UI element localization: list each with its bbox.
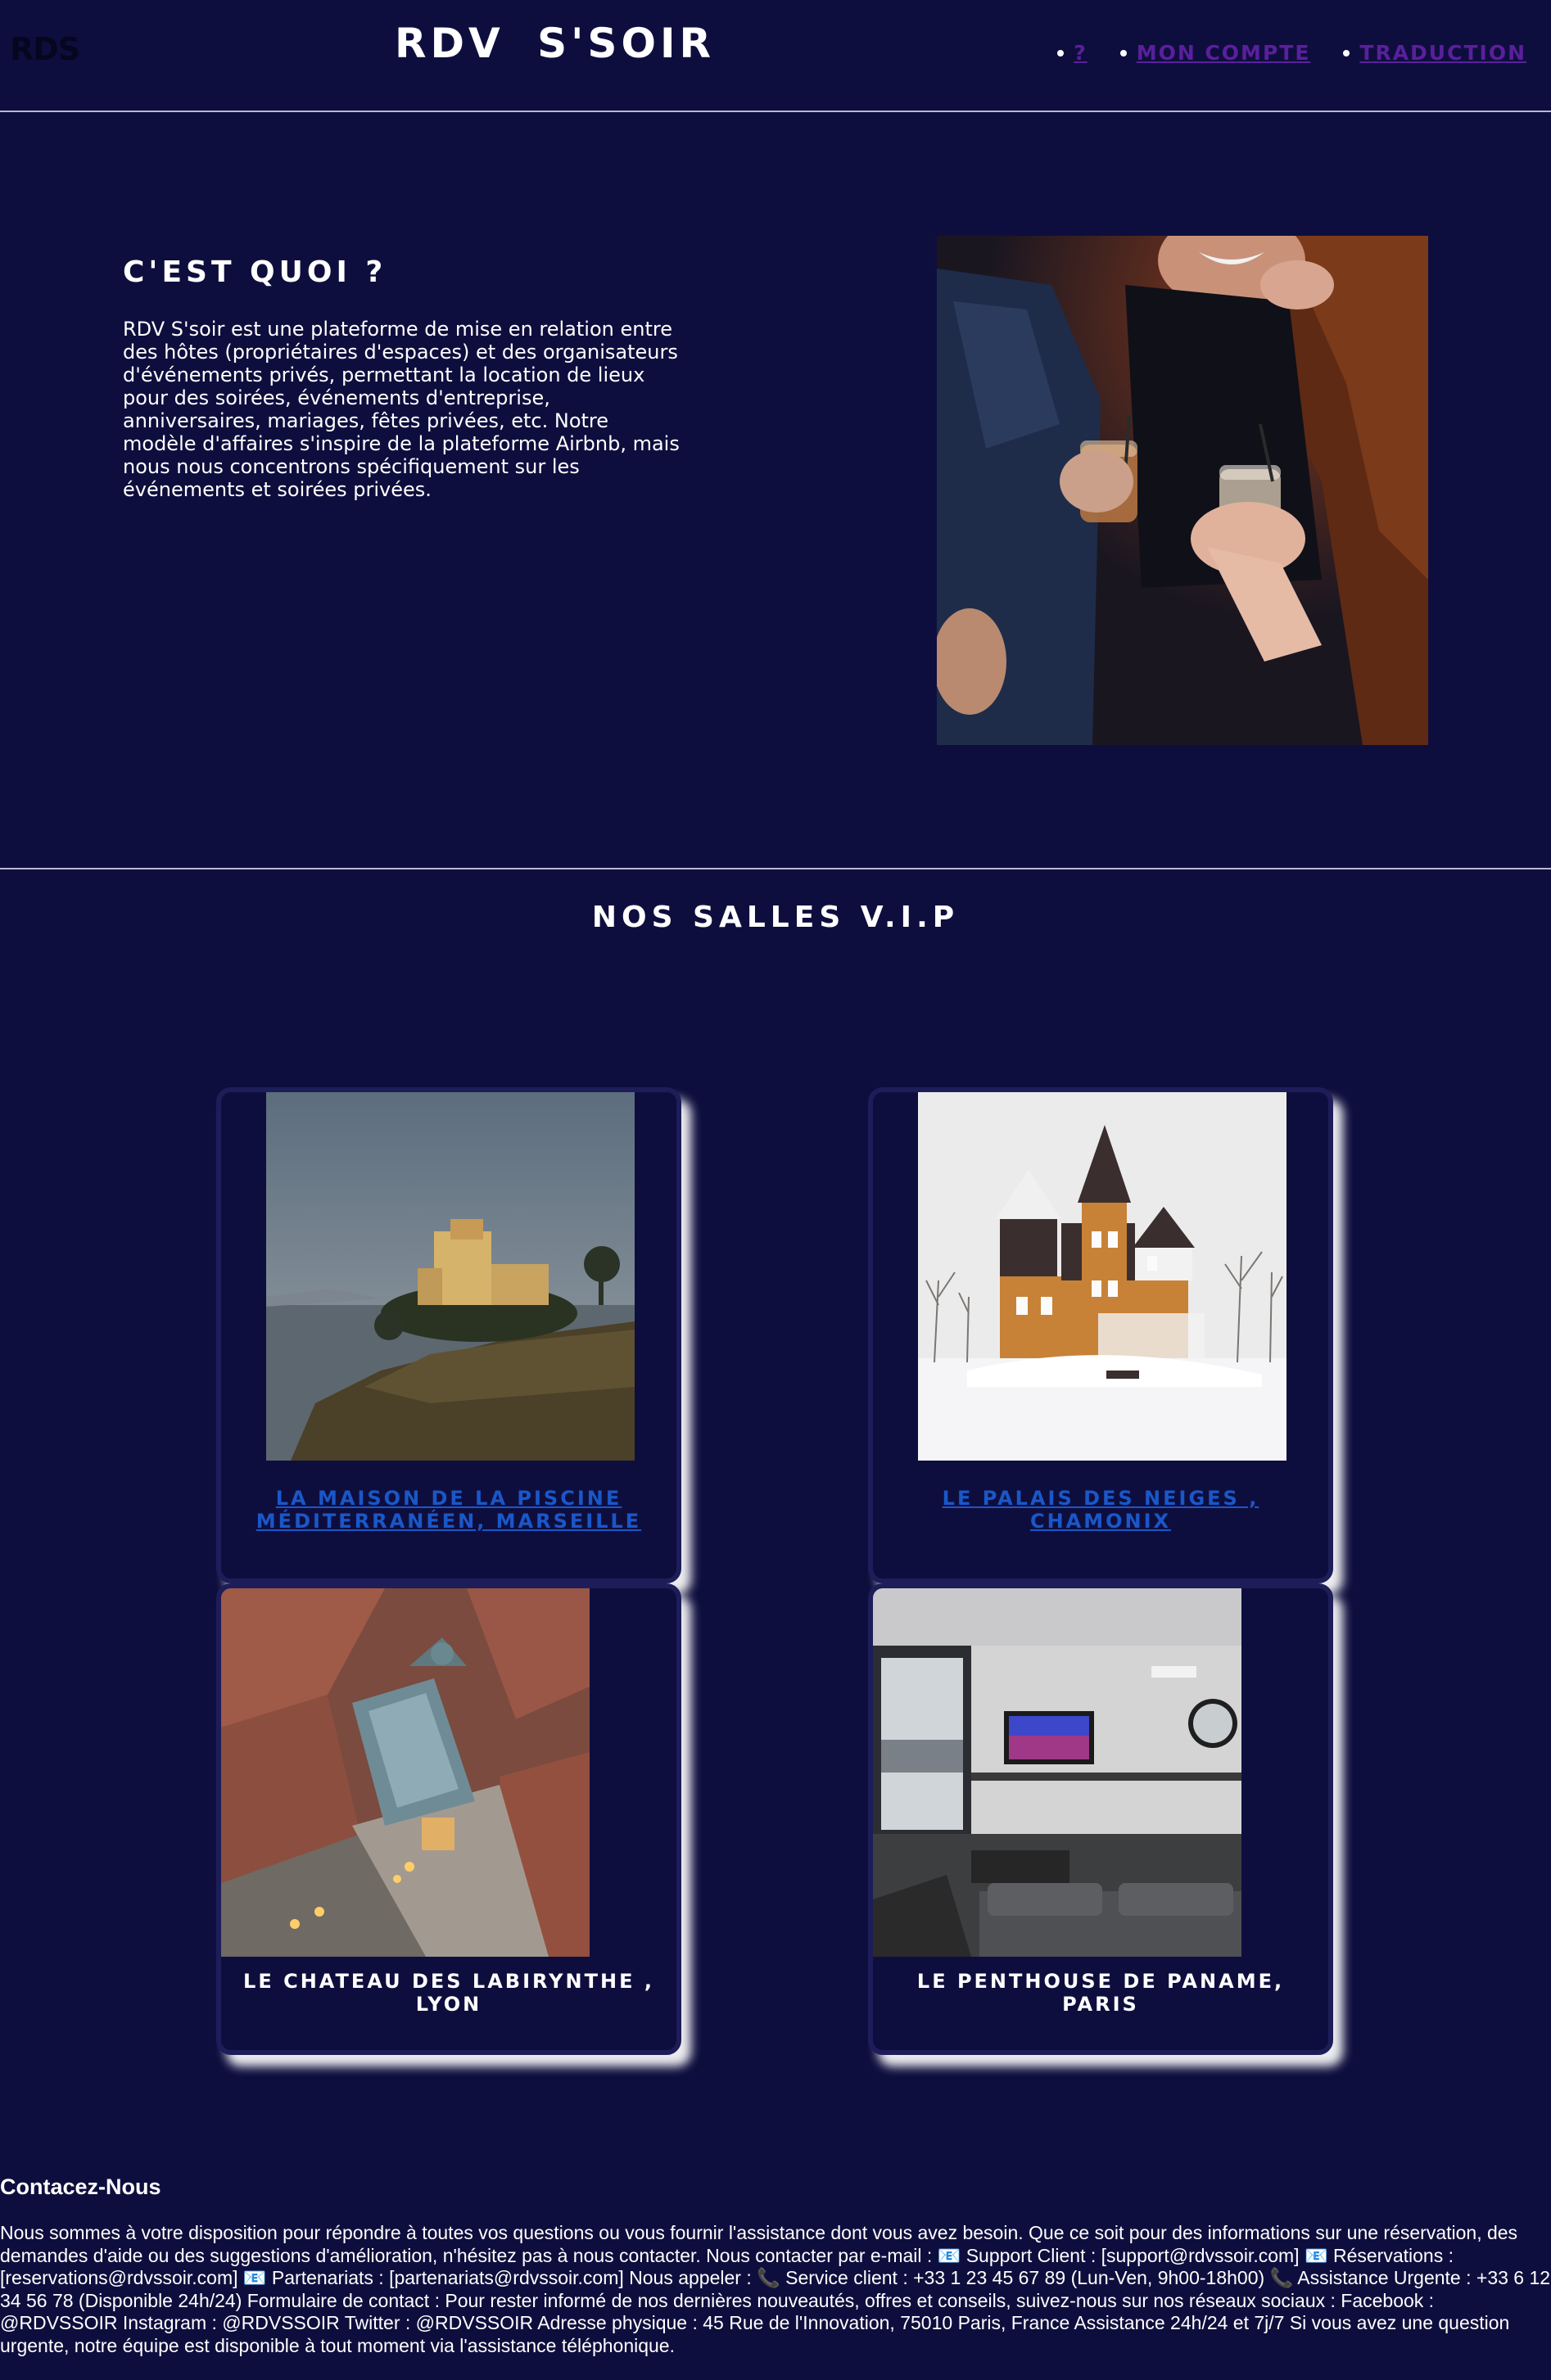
site-title: RDV S'SOIR bbox=[395, 20, 716, 67]
party-photo-illustration bbox=[937, 236, 1428, 745]
vip-heading: NOS SALLES V.I.P bbox=[591, 901, 960, 934]
bullet-icon bbox=[1119, 49, 1127, 56]
nav-item-translation: TRADUCTION bbox=[1343, 41, 1526, 65]
site-header: RDS RDV S'SOIR ? MON COMPTE TRADUCTION bbox=[0, 0, 1551, 112]
bullet-icon bbox=[1057, 49, 1065, 56]
venue-label-lyon: LE CHATEAU DES LABIRYNTHE , LYON bbox=[243, 1970, 654, 2016]
venue-title-chamonix: LE PALAIS DES NEIGES , CHAMONIX bbox=[873, 1487, 1328, 1533]
venue-photo-paris bbox=[873, 1588, 1241, 1957]
venue-photo-marseille bbox=[266, 1092, 635, 1461]
venue-link-marseille[interactable]: LA MAISON DE LA PISCINE MÉDITERRANÉEN, M… bbox=[256, 1487, 641, 1533]
party-photo bbox=[937, 236, 1428, 745]
venue-title-paris: LE PENTHOUSE DE PANAME, PARIS bbox=[873, 1970, 1328, 2016]
venue-label-paris: LE PENTHOUSE DE PANAME, PARIS bbox=[916, 1970, 1285, 2016]
site-logo[interactable]: RDS bbox=[10, 31, 80, 67]
contact-description: Nous sommes à votre disposition pour rép… bbox=[0, 2222, 1551, 2356]
venue-photo-chamonix bbox=[918, 1092, 1286, 1461]
nav-item-help: ? bbox=[1057, 41, 1088, 65]
about-heading: C'EST QUOI ? bbox=[123, 255, 387, 289]
contact-heading: Contacez-Nous bbox=[0, 2175, 161, 2199]
section-divider bbox=[0, 868, 1551, 869]
venue-link-chamonix[interactable]: LE PALAIS DES NEIGES , CHAMONIX bbox=[943, 1487, 1259, 1533]
venue-card-paris[interactable]: LE PENTHOUSE DE PANAME, PARIS bbox=[868, 1583, 1333, 2055]
nav-link-account[interactable]: MON COMPTE bbox=[1137, 41, 1311, 65]
venue-card-lyon[interactable]: LE CHATEAU DES LABIRYNTHE , LYON bbox=[216, 1583, 681, 2055]
venue-photo-lyon bbox=[221, 1588, 590, 1957]
about-description: RDV S'soir est une plateforme de mise en… bbox=[123, 318, 680, 501]
nav-item-account: MON COMPTE bbox=[1119, 41, 1311, 65]
main-nav: ? MON COMPTE TRADUCTION bbox=[1057, 41, 1526, 65]
nav-link-translation[interactable]: TRADUCTION bbox=[1359, 41, 1526, 65]
venue-card-marseille[interactable]: LA MAISON DE LA PISCINE MÉDITERRANÉEN, M… bbox=[216, 1087, 681, 1583]
venue-card-chamonix[interactable]: LE PALAIS DES NEIGES , CHAMONIX bbox=[868, 1087, 1333, 1583]
nav-link-help[interactable]: ? bbox=[1074, 41, 1088, 65]
venue-title-marseille: LA MAISON DE LA PISCINE MÉDITERRANÉEN, M… bbox=[221, 1487, 676, 1533]
bullet-icon bbox=[1343, 49, 1350, 56]
venue-title-lyon: LE CHATEAU DES LABIRYNTHE , LYON bbox=[221, 1970, 676, 2016]
